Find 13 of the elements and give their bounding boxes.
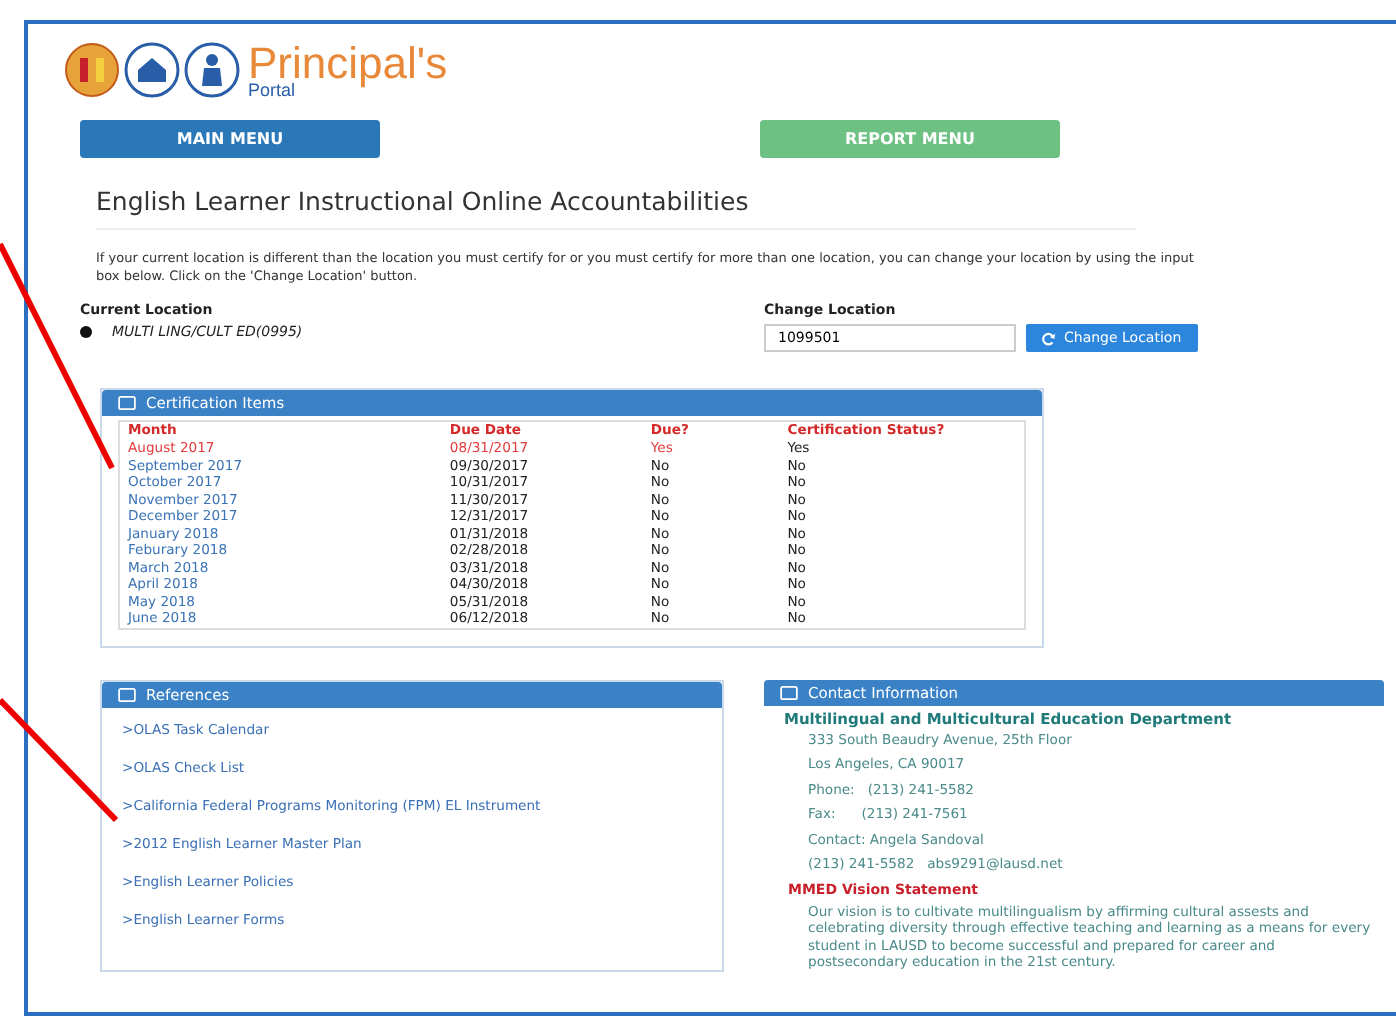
panel-icon (118, 687, 136, 702)
panel-icon (118, 396, 136, 411)
annotation-line (0, 697, 119, 823)
school-icon (124, 42, 180, 98)
person-icon (184, 42, 240, 98)
portal-subtitle: Portal (248, 81, 296, 99)
bullet-icon (80, 326, 92, 339)
portal-title: Principal's (248, 41, 448, 85)
panel-icon (780, 685, 798, 700)
page-title: English Learner Instructional Online Accountabilities (96, 186, 1136, 230)
refresh-icon (1042, 331, 1056, 346)
seal-logo (64, 42, 120, 98)
menu-button[interactable]: MAIN MENU (80, 120, 380, 158)
